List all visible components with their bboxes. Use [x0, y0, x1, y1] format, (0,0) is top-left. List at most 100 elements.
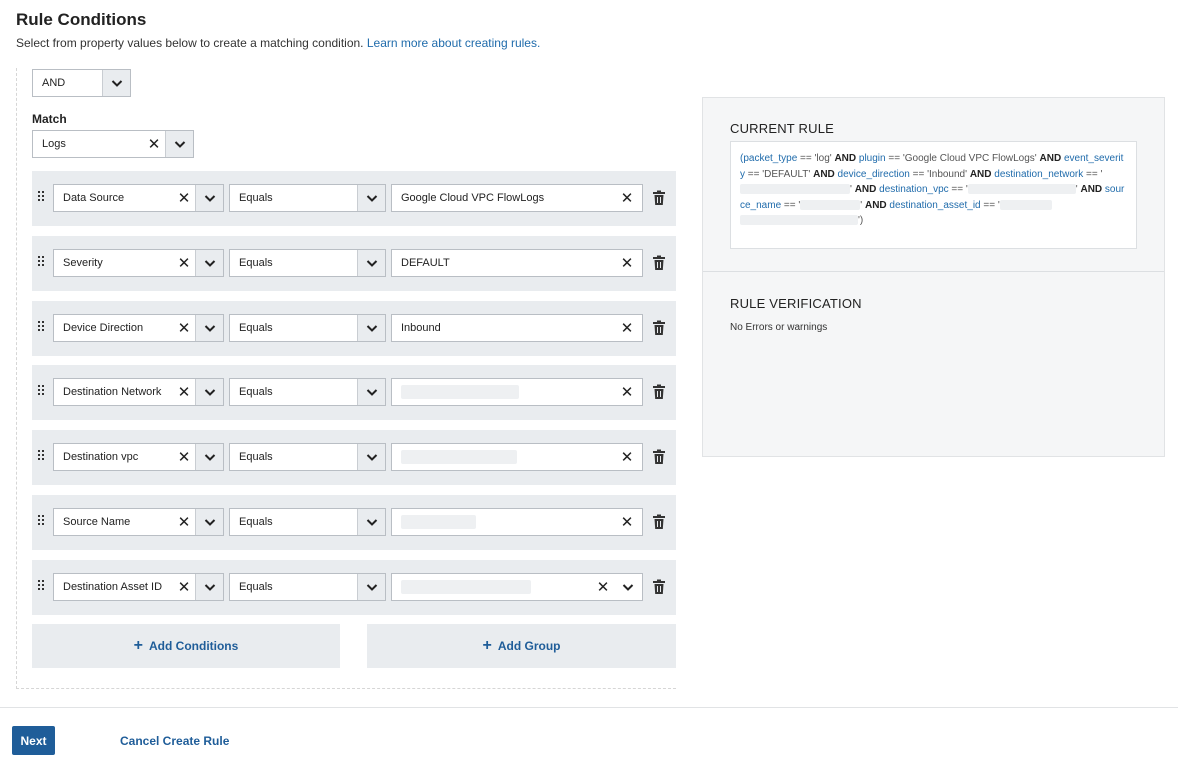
drag-handle-icon[interactable] — [38, 515, 44, 527]
clear-icon[interactable]: ✕ — [173, 574, 195, 600]
chevron-down-icon[interactable] — [357, 444, 385, 470]
match-label: Match — [32, 112, 67, 126]
plus-icon: + — [133, 637, 143, 654]
add-conditions-button[interactable]: + Add Conditions — [32, 624, 340, 668]
add-group-button[interactable]: + Add Group — [367, 624, 676, 668]
value-input[interactable]: DEFAULT ✕ — [391, 249, 643, 277]
trash-icon[interactable] — [652, 449, 666, 465]
value-input[interactable]: ✕ — [391, 443, 643, 471]
field-value: Destination Asset ID — [63, 581, 163, 593]
operator-select[interactable]: Equals — [229, 184, 386, 212]
clear-icon[interactable]: ✕ — [173, 509, 195, 535]
operator-select[interactable]: Equals — [229, 443, 386, 471]
logic-operator-select[interactable]: AND — [32, 69, 131, 97]
chevron-down-icon[interactable] — [195, 509, 223, 535]
clear-icon[interactable]: ✕ — [143, 131, 165, 157]
trash-icon[interactable] — [652, 384, 666, 400]
rule-token: AND — [834, 153, 857, 164]
field-select[interactable]: Severity ✕ — [53, 249, 224, 277]
chevron-down-icon[interactable] — [195, 574, 223, 600]
drag-handle-icon[interactable] — [38, 191, 44, 203]
chevron-down-icon[interactable] — [195, 185, 223, 211]
clear-icon[interactable]: ✕ — [173, 444, 195, 470]
clear-icon[interactable]: ✕ — [592, 574, 614, 600]
field-select[interactable]: Destination Network ✕ — [53, 378, 224, 406]
value-select[interactable]: ✕ — [391, 573, 643, 601]
value-text: DEFAULT — [401, 257, 450, 269]
value-input[interactable]: Inbound ✕ — [391, 314, 643, 342]
chevron-down-icon[interactable] — [195, 250, 223, 276]
clear-icon[interactable]: ✕ — [612, 250, 642, 276]
chevron-down-icon[interactable] — [195, 379, 223, 405]
learn-more-link[interactable]: Learn more about creating rules. — [367, 36, 540, 50]
value-input[interactable]: Google Cloud VPC FlowLogs ✕ — [391, 184, 643, 212]
chevron-down-icon[interactable] — [195, 315, 223, 341]
plus-icon: + — [482, 637, 492, 654]
operator-select[interactable]: Equals — [229, 508, 386, 536]
field-select[interactable]: Data Source ✕ — [53, 184, 224, 212]
chevron-down-icon[interactable] — [614, 574, 642, 600]
redacted-value — [740, 184, 850, 195]
field-value: Severity — [63, 257, 103, 269]
chevron-down-icon[interactable] — [357, 379, 385, 405]
drag-handle-icon[interactable] — [38, 450, 44, 462]
value-input[interactable]: ✕ — [391, 508, 643, 536]
rule-token: (packet_type — [740, 153, 798, 164]
trash-icon[interactable] — [652, 255, 666, 271]
rule-token: AND — [864, 199, 887, 211]
clear-icon[interactable]: ✕ — [612, 379, 642, 405]
operator-select[interactable]: Equals — [229, 314, 386, 342]
cancel-create-rule-link[interactable]: Cancel Create Rule — [120, 734, 229, 748]
trash-icon[interactable] — [652, 320, 666, 336]
redacted-value — [999, 199, 1052, 210]
logic-operator-value: AND — [42, 77, 66, 89]
trash-icon[interactable] — [652, 579, 666, 595]
rule-token: AND — [1039, 153, 1062, 164]
clear-icon[interactable]: ✕ — [612, 509, 642, 535]
rule-token: destination_network — [991, 168, 1084, 180]
drag-handle-icon[interactable] — [38, 321, 44, 333]
field-value: Device Direction — [63, 322, 144, 334]
operator-select[interactable]: Equals — [229, 573, 386, 601]
rule-token: == ' — [980, 199, 1000, 211]
operator-select[interactable]: Equals — [229, 378, 386, 406]
drag-handle-icon[interactable] — [38, 580, 44, 592]
current-rule-heading: CURRENT RULE — [730, 121, 835, 136]
redacted-value — [401, 515, 476, 529]
trash-icon[interactable] — [652, 190, 666, 206]
condition-row: Data Source ✕ Equals Google Cloud VPC Fl… — [32, 171, 676, 226]
value-text — [392, 379, 612, 405]
chevron-down-icon[interactable] — [165, 131, 193, 157]
clear-icon[interactable]: ✕ — [173, 379, 195, 405]
chevron-down-icon[interactable] — [357, 250, 385, 276]
next-button[interactable]: Next — [12, 726, 55, 755]
rule-token: plugin — [856, 153, 886, 164]
trash-icon[interactable] — [652, 514, 666, 530]
value-input[interactable]: ✕ — [391, 378, 643, 406]
chevron-down-icon[interactable] — [102, 70, 130, 96]
rule-token: ') — [858, 215, 864, 226]
chevron-down-icon[interactable] — [357, 315, 385, 341]
value-text — [392, 509, 612, 535]
rule-token: == 'Inbound' — [909, 168, 970, 180]
drag-handle-icon[interactable] — [38, 256, 44, 268]
drag-handle-icon[interactable] — [38, 385, 44, 397]
field-select[interactable]: Source Name ✕ — [53, 508, 224, 536]
clear-icon[interactable]: ✕ — [612, 315, 642, 341]
field-select[interactable]: Device Direction ✕ — [53, 314, 224, 342]
clear-icon[interactable]: ✕ — [173, 315, 195, 341]
clear-icon[interactable]: ✕ — [612, 185, 642, 211]
rule-summary-panel: CURRENT RULE (packet_type == 'log' AND p… — [702, 97, 1165, 457]
clear-icon[interactable]: ✕ — [173, 185, 195, 211]
field-select[interactable]: Destination Asset ID ✕ — [53, 573, 224, 601]
clear-icon[interactable]: ✕ — [173, 250, 195, 276]
chevron-down-icon[interactable] — [357, 185, 385, 211]
field-select[interactable]: Destination vpc ✕ — [53, 443, 224, 471]
match-select[interactable]: Logs ✕ — [32, 130, 194, 158]
operator-select[interactable]: Equals — [229, 249, 386, 277]
clear-icon[interactable]: ✕ — [612, 444, 642, 470]
field-value: Destination Network — [63, 386, 162, 398]
chevron-down-icon[interactable] — [357, 574, 385, 600]
chevron-down-icon[interactable] — [357, 509, 385, 535]
chevron-down-icon[interactable] — [195, 444, 223, 470]
